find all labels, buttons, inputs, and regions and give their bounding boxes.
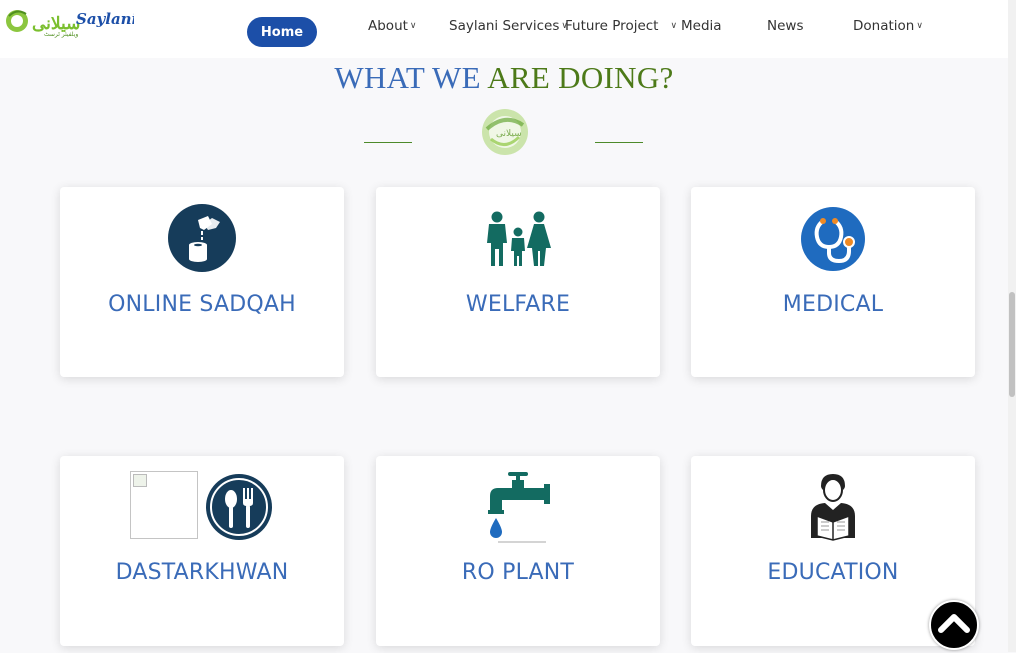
heading-divider-right <box>595 142 643 143</box>
nav-donation-label: Donation <box>853 18 915 34</box>
saylani-logo[interactable]: سیلانی Saylani ویلفیئر ٹرسٹ <box>4 4 138 38</box>
page-scrollbar[interactable] <box>1008 0 1016 652</box>
section-heading: WHAT WE ARE DOING? <box>0 60 1008 96</box>
family-icon <box>483 211 553 272</box>
nav-future-project-label: Future Project <box>565 18 659 34</box>
broken-image-placeholder <box>130 471 198 539</box>
card-title: WELFARE <box>465 292 571 317</box>
chevron-down-icon: ∨ <box>409 21 417 31</box>
water-tap-icon <box>486 470 552 549</box>
student-reading-icon <box>805 472 861 547</box>
spoon-fork-icon <box>206 474 272 545</box>
nav-donation[interactable]: Donation ∨ <box>853 18 923 34</box>
service-card-welfare[interactable]: WELFARE <box>376 187 660 377</box>
chevron-down-icon: ∨ <box>916 21 923 31</box>
svg-text:سیلانی: سیلانی <box>496 129 522 139</box>
stethoscope-icon <box>801 207 865 276</box>
card-title: RO PLANT <box>461 560 575 585</box>
card-title: ONLINE SADQAH <box>108 292 296 317</box>
card-title: DASTARKHWAN <box>115 560 289 585</box>
scrollbar-thumb[interactable] <box>1009 292 1015 397</box>
heading-divider-left <box>364 142 412 143</box>
service-card-medical[interactable]: MEDICAL <box>691 187 975 377</box>
nav-saylani-services-label: Saylani Services <box>449 18 560 34</box>
svg-text:ویلفیئر ٹرسٹ: ویلفیئر ٹرسٹ <box>44 31 78 38</box>
nav-saylani-services[interactable]: Saylani Services ∨ <box>449 18 568 34</box>
nav-news[interactable]: News <box>767 18 803 34</box>
top-navbar: سیلانی Saylani ویلفیئر ٹرسٹ Home About ∨ … <box>0 0 1008 58</box>
card-title: EDUCATION <box>767 560 899 585</box>
nav-about[interactable]: About ∨ <box>368 18 417 34</box>
service-card-ro-plant[interactable]: RO PLANT <box>376 456 660 646</box>
nav-future-project[interactable]: Future Project ∨ <box>565 18 677 34</box>
nav-media[interactable]: Media <box>681 18 722 34</box>
card-title: MEDICAL <box>782 292 884 317</box>
saylani-emblem-icon: سیلانی <box>479 107 531 157</box>
heading-part-green: ARE DOING? <box>487 60 674 95</box>
back-to-top-button[interactable] <box>929 600 979 650</box>
donation-hand-icon <box>168 204 236 277</box>
service-card-dastarkhwan[interactable]: DASTARKHWAN <box>60 456 344 646</box>
chevron-up-icon <box>938 614 970 633</box>
svg-text:Saylani: Saylani <box>76 10 134 28</box>
nav-about-label: About <box>368 18 408 34</box>
nav-home-button[interactable]: Home <box>247 17 317 47</box>
chevron-down-icon: ∨ <box>670 21 678 31</box>
service-card-online-sadqah[interactable]: ONLINE SADQAH <box>60 187 344 377</box>
heading-part-blue: WHAT WE <box>334 60 488 95</box>
